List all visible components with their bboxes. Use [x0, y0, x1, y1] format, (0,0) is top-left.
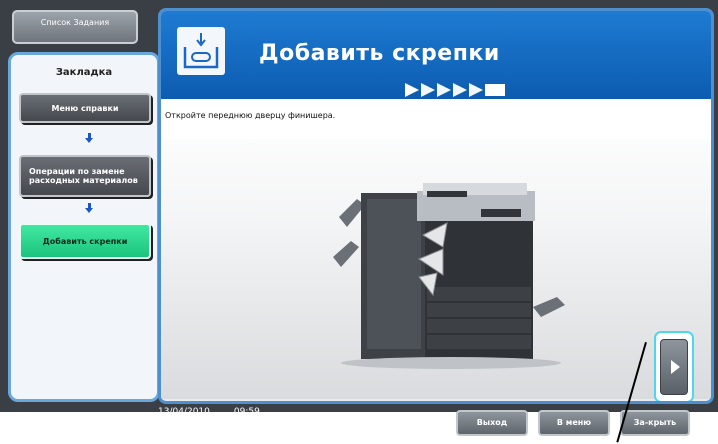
progress-step [421, 83, 435, 97]
next-step-highlight [654, 331, 694, 401]
bookmark-title: Закладка [55, 67, 113, 78]
menu-button[interactable]: В меню [538, 410, 610, 436]
add-staples-nav-button[interactable]: Добавить скрепки [19, 223, 151, 259]
progress-step [437, 83, 451, 97]
bookmark-panel: Закладка Меню справки Операции по замене… [8, 52, 160, 402]
help-menu-button[interactable]: Меню справки [19, 93, 151, 123]
header: Добавить скрепки [161, 11, 711, 99]
instruction-area: Откройте переднюю дверцу финишера. [161, 99, 711, 401]
status-date: 13/04/2010 [158, 407, 210, 417]
progress-step [469, 83, 483, 97]
status-bar: 13/04/2010 09:59 Память 100% [158, 406, 408, 436]
main-window: Добавить скрепки Откройте переднюю дверц… [158, 8, 714, 404]
consumables-replacement-button[interactable]: Операции по замене расходных материалов [19, 155, 151, 197]
progress-step-current [405, 83, 419, 97]
staple-cartridge-icon [177, 27, 225, 75]
memory-label: Память [158, 419, 194, 429]
next-step-button[interactable] [660, 339, 688, 395]
close-button[interactable]: За-крыть [620, 410, 690, 436]
consumables-replacement-label: Операции по замене расходных материалов [29, 167, 138, 185]
mfp-illustration [333, 183, 565, 369]
page-title: Добавить скрепки [259, 41, 500, 66]
status-time: 09:59 [233, 407, 260, 417]
exit-label: Выход [476, 418, 508, 427]
job-list-button[interactable]: Список Задания [12, 10, 138, 44]
menu-label: В меню [556, 418, 592, 427]
exit-button[interactable]: Выход [456, 410, 528, 436]
memory-value: 100% [227, 419, 253, 429]
progress-step-end [485, 84, 505, 96]
help-menu-label: Меню справки [51, 103, 119, 113]
progress-step [453, 83, 467, 97]
add-staples-nav-label: Добавить скрепки [42, 236, 128, 246]
close-label: За-крыть [633, 418, 677, 427]
job-list-label: Список Задания [40, 18, 110, 27]
progress-indicator [405, 83, 505, 97]
